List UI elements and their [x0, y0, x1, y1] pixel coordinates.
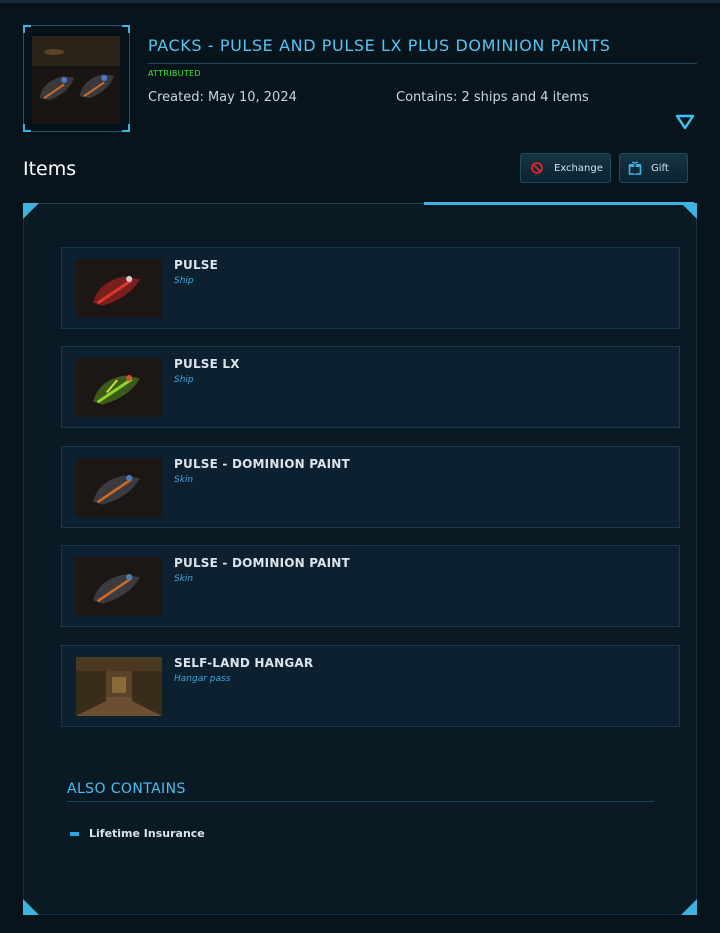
- item-image: [76, 557, 162, 616]
- item-name: SELF-LAND HANGAR: [174, 656, 314, 670]
- exchange-button[interactable]: Exchange: [520, 153, 611, 183]
- gift-icon: [628, 161, 642, 175]
- contents-summary: Contains: 2 ships and 4 items: [396, 90, 589, 105]
- item-card[interactable]: PULSE - DOMINION PAINT Skin: [61, 446, 680, 528]
- item-image: [76, 358, 162, 417]
- item-image: [76, 259, 162, 318]
- item-name: PULSE - DOMINION PAINT: [174, 556, 350, 570]
- gift-label: Gift: [651, 162, 669, 174]
- items-heading: Items: [23, 158, 77, 180]
- corner-decoration-top-right: [681, 203, 697, 219]
- item-type: Skin: [174, 475, 194, 485]
- title-divider: [148, 63, 697, 64]
- item-card[interactable]: SELF-LAND HANGAR Hangar pass: [61, 645, 680, 727]
- bullet-icon: [70, 832, 79, 836]
- item-type: Ship: [174, 276, 194, 286]
- chevron-down-icon[interactable]: [676, 113, 694, 131]
- window-top-border: [0, 0, 720, 3]
- corner-decoration-bottom-left: [23, 899, 39, 915]
- created-date: Created: May 10, 2024: [148, 90, 297, 105]
- corner-decoration-bottom-right: [681, 899, 697, 915]
- panel-top-accent: [424, 202, 694, 205]
- item-card[interactable]: PULSE - DOMINION PAINT Skin: [61, 545, 680, 627]
- status-badge: ATTRIBUTED: [148, 69, 201, 78]
- item-image: [76, 458, 162, 517]
- exchange-icon: [531, 162, 543, 174]
- item-name: PULSE - DOMINION PAINT: [174, 457, 350, 471]
- exchange-label: Exchange: [554, 162, 603, 174]
- also-contains-item: Lifetime Insurance: [89, 827, 205, 840]
- pack-title: PACKS - PULSE AND PULSE LX PLUS DOMINION…: [148, 36, 611, 55]
- pack-thumbnail: [23, 25, 130, 132]
- corner-decoration-top-left: [23, 203, 39, 219]
- item-type: Hangar pass: [174, 674, 231, 684]
- item-image: [76, 657, 162, 716]
- item-type: Skin: [174, 574, 194, 584]
- item-name: PULSE: [174, 258, 219, 272]
- item-card[interactable]: PULSE LX Ship: [61, 346, 680, 428]
- item-name: PULSE LX: [174, 357, 240, 371]
- gift-button[interactable]: Gift: [619, 153, 688, 183]
- item-type: Ship: [174, 375, 194, 385]
- also-contains-heading: ALSO CONTAINS: [67, 781, 186, 797]
- pack-image: [32, 36, 120, 124]
- also-contains-divider: [67, 801, 654, 802]
- item-card[interactable]: PULSE Ship: [61, 247, 680, 329]
